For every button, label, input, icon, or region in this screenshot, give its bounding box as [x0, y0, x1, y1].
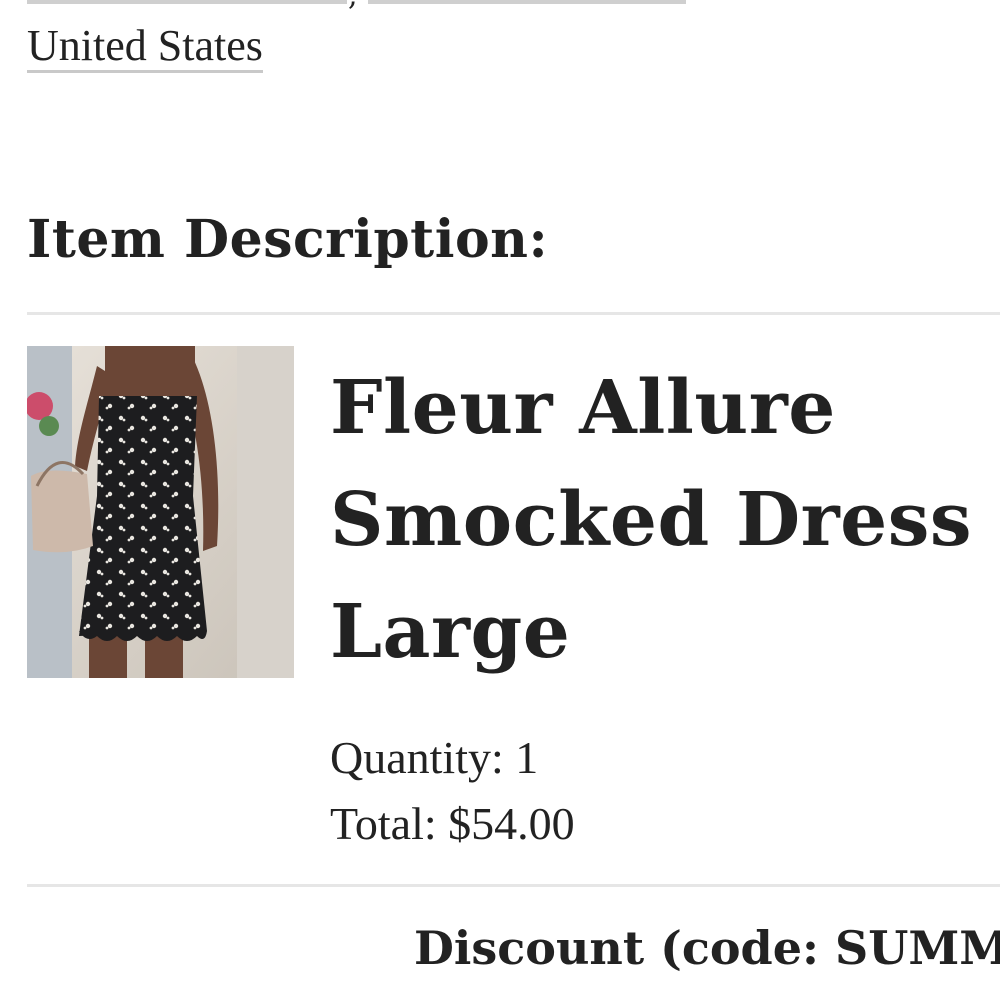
total-price: Total: $54.00	[330, 798, 575, 849]
section-divider	[27, 884, 1000, 887]
product-name-line: Smocked Dress	[330, 477, 973, 563]
address-line-underline-right	[368, 0, 686, 4]
country-link[interactable]: United States	[27, 22, 263, 73]
product-photo	[27, 346, 294, 678]
product-name[interactable]: Fleur Allure Smocked Dress Large	[330, 352, 1000, 688]
discount-label: Discount (code: SUMM	[414, 921, 1000, 975]
item-description-heading: Item Description:	[27, 209, 549, 270]
product-variant: Large	[330, 589, 571, 675]
address-separator: ,	[348, 0, 358, 13]
product-thumbnail[interactable]	[27, 346, 294, 678]
product-name-line: Fleur Allure	[330, 365, 836, 451]
quantity-text: Quantity: 1	[330, 732, 539, 783]
section-divider	[27, 312, 1000, 315]
address-line-underline-left	[27, 0, 347, 4]
